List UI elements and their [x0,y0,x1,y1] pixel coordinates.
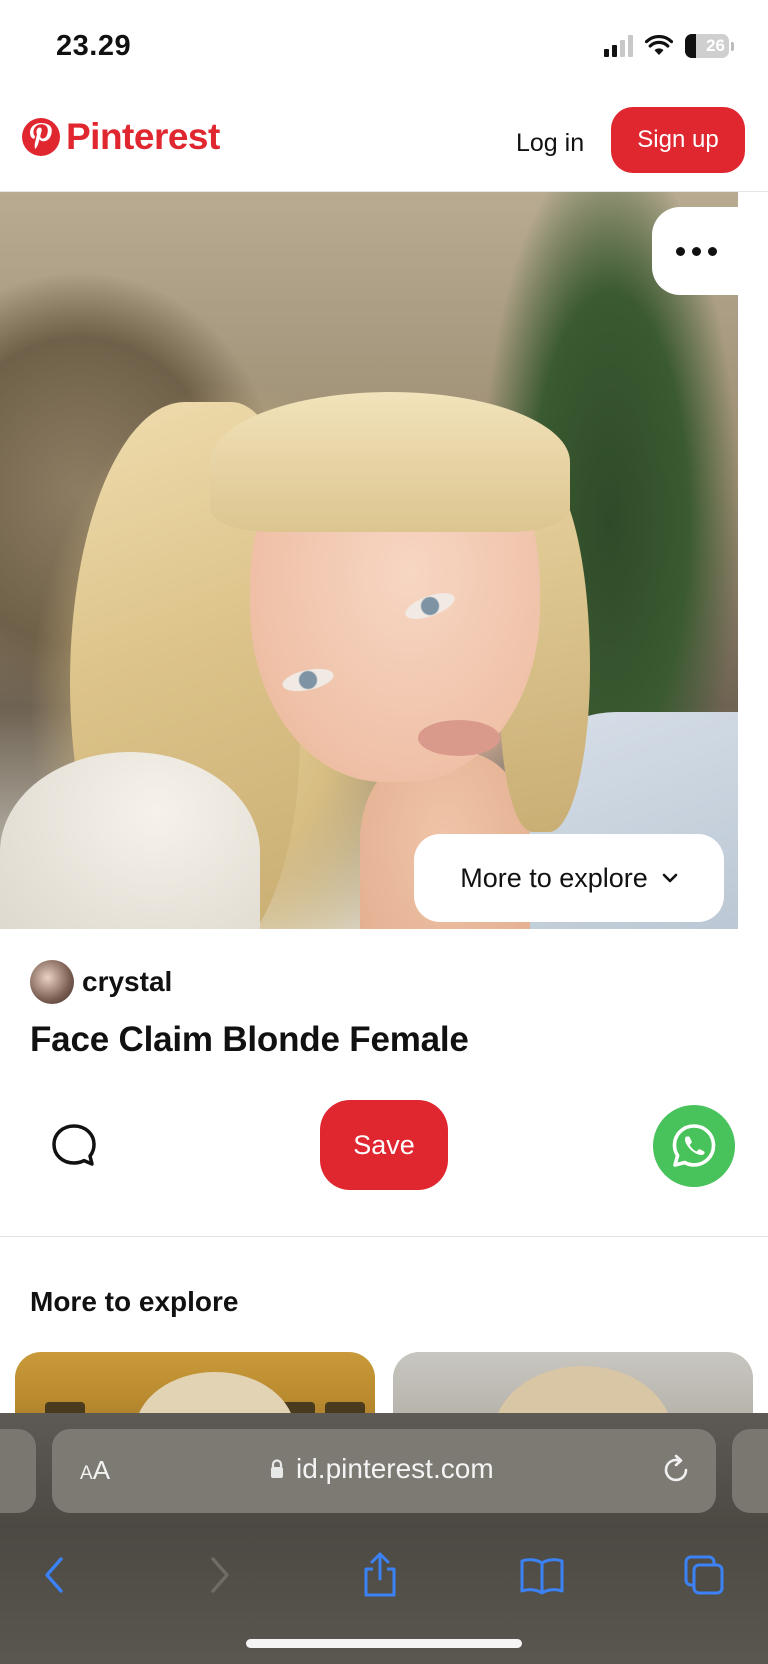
signup-button[interactable]: Sign up [611,107,745,173]
back-icon [45,1557,63,1593]
text-size-button[interactable]: AA [80,1455,110,1486]
battery-nub [731,41,734,51]
lock-icon [271,1459,283,1478]
more-to-explore-label: More to explore [460,862,648,893]
dot-icon [707,246,717,256]
text-size-small-a: A [80,1463,93,1484]
share-icon [364,1552,396,1597]
pin-actions: Save [0,1100,768,1190]
more-to-explore-button[interactable]: More to explore [414,834,724,922]
bookmarks-button[interactable] [518,1551,566,1599]
pin-author[interactable]: crystal [30,960,172,1004]
lips-shape [418,720,500,756]
battery-icon: 26 [685,34,729,58]
reload-icon [664,1454,688,1481]
status-bar: 23.29 26 [0,0,768,96]
site-header: Pinterest Log in Sign up [0,96,768,192]
home-indicator[interactable] [246,1639,522,1648]
comment-icon [52,1124,96,1166]
next-tab-peek[interactable] [732,1429,768,1513]
hair-top-shape [210,392,570,532]
address-bar[interactable]: AA id.pinterest.com [52,1429,716,1513]
pinterest-p-icon [22,118,60,156]
chevron-down-icon [662,873,678,883]
brand-wordmark: Pinterest [66,116,220,157]
bookmarks-icon [520,1558,564,1595]
url-display[interactable]: id.pinterest.com [270,1453,494,1485]
pin-image[interactable] [0,192,738,929]
wifi-icon [645,35,673,55]
dot-icon [691,246,701,256]
cellular-signal-icon [604,35,633,57]
dot-icon [675,246,685,256]
author-name[interactable]: crystal [82,966,172,998]
status-icons: 26 [604,34,734,58]
pinterest-logo[interactable]: Pinterest [22,116,220,158]
whatsapp-icon [672,1124,716,1167]
login-button[interactable]: Log in [506,118,594,168]
previous-tab-peek[interactable] [0,1429,36,1513]
more-to-explore-heading: More to explore [30,1286,239,1317]
browser-bottom-bar: AA id.pinterest.com [0,1413,768,1664]
comment-button[interactable] [50,1122,98,1170]
back-button[interactable] [30,1551,78,1599]
forward-icon [211,1557,229,1593]
status-time: 23.29 [56,30,132,62]
tabs-button[interactable] [680,1551,728,1599]
save-button[interactable]: Save [320,1100,448,1190]
reload-button[interactable] [656,1451,696,1491]
avatar[interactable] [30,960,74,1004]
battery-percent: 26 [706,36,725,55]
more-options-button[interactable] [652,207,740,295]
forward-button[interactable] [196,1551,244,1599]
pin-title: Face Claim Blonde Female [30,1020,469,1059]
tabs-icon [684,1555,724,1595]
text-size-large-a: A [92,1455,111,1485]
url-text: id.pinterest.com [296,1453,494,1484]
share-button[interactable] [356,1551,404,1599]
browser-toolbar [0,1539,768,1609]
whatsapp-share-button[interactable] [653,1105,735,1187]
section-divider [0,1236,768,1237]
